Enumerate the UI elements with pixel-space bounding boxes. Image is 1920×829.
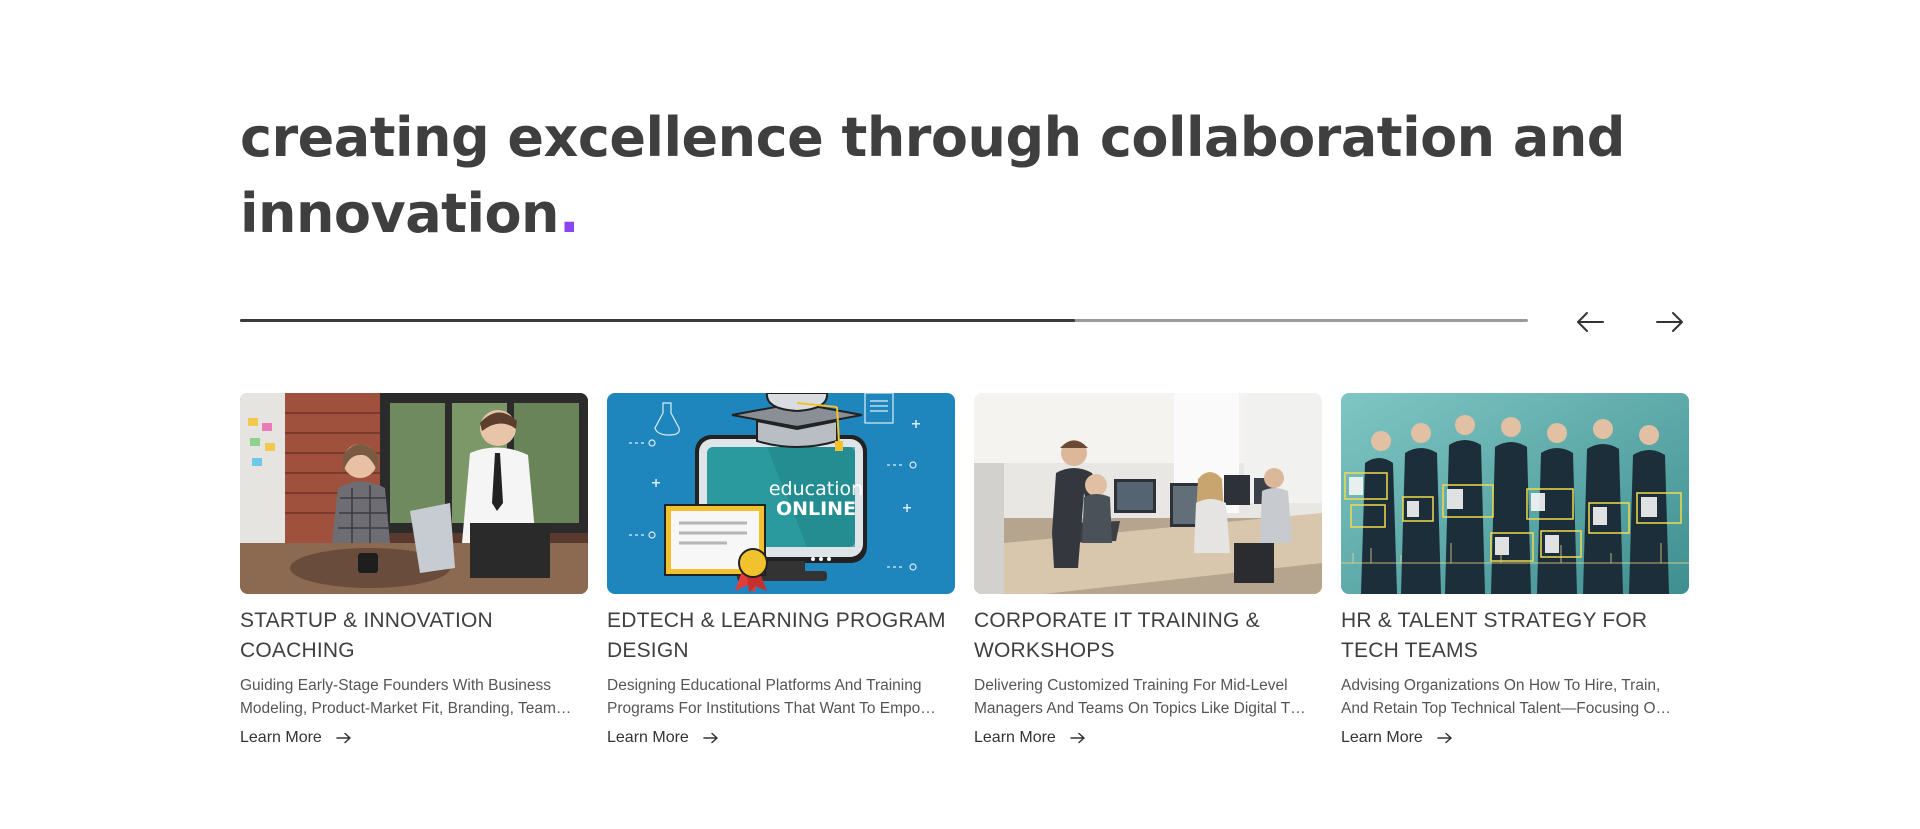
team-meeting-photo[interactable]: [240, 393, 588, 594]
learn-more-link[interactable]: Learn More: [607, 729, 719, 747]
slider-next-button[interactable]: [1650, 302, 1690, 342]
service-cards-carousel: STARTUP & INNOVATION COACHING Guiding Ea…: [240, 393, 1689, 773]
service-card[interactable]: CORPORATE IT TRAINING & WORKSHOPS Delive…: [974, 393, 1322, 747]
education-online-illustration[interactable]: education ONLINE: [607, 393, 955, 594]
arrow-right-icon: [1437, 732, 1452, 744]
card-description: Designing Educational Platforms And Trai…: [607, 674, 955, 720]
service-card[interactable]: STARTUP & INNOVATION COACHING Guiding Ea…: [240, 393, 588, 747]
arrow-right-icon: [1070, 732, 1085, 744]
card-description-line: Delivering Customized Training For Mid-L…: [974, 677, 1288, 694]
arrow-right-icon: [703, 732, 718, 744]
business-team-photo[interactable]: [1341, 393, 1689, 594]
card-description: Advising Organizations On How To Hire, T…: [1341, 674, 1689, 720]
arrow-right-icon: [1656, 312, 1683, 332]
learn-more-link[interactable]: Learn More: [974, 729, 1086, 747]
learn-more-label: Learn More: [240, 729, 322, 746]
card-description-line: And Retain Top Technical Talent—Focusing…: [1341, 700, 1671, 717]
section-headline: creating excellence through collaboratio…: [240, 100, 1640, 252]
card-description: Guiding Early-Stage Founders With Busine…: [240, 674, 588, 720]
learn-more-label: Learn More: [1341, 729, 1423, 746]
headline-line-1: creating excellence through collaboratio…: [240, 106, 1625, 169]
card-title[interactable]: CORPORATE IT TRAINING & WORKSHOPS: [974, 606, 1322, 666]
arrow-left-icon: [1577, 312, 1604, 332]
card-title[interactable]: STARTUP & INNOVATION COACHING: [240, 606, 588, 666]
card-description-line: Advising Organizations On How To Hire, T…: [1341, 677, 1661, 694]
card-description-line: Designing Educational Platforms And Trai…: [607, 677, 922, 694]
slider-prev-button[interactable]: [1570, 302, 1610, 342]
card-description-line: Managers And Teams On Topics Like Digita…: [974, 700, 1306, 717]
card-description-line: Programs For Institutions That Want To E…: [607, 700, 936, 717]
card-description: Delivering Customized Training For Mid-L…: [974, 674, 1322, 720]
service-card[interactable]: HR & TALENT STRATEGY FOR TECH TEAMS Advi…: [1341, 393, 1689, 747]
card-title[interactable]: EDTECH & LEARNING PROGRAM DESIGN: [607, 606, 955, 666]
card-description-line: Guiding Early-Stage Founders With Busine…: [240, 677, 552, 694]
card-description-line: Modeling, Product-Market Fit, Branding, …: [240, 700, 572, 717]
learn-more-label: Learn More: [974, 729, 1056, 746]
accent-dot: .: [559, 182, 580, 245]
slider-progress-fill: [240, 319, 1075, 322]
headline-line-2: innovation.: [240, 176, 1640, 252]
illustration-text: ONLINE: [776, 498, 856, 520]
learn-more-label: Learn More: [607, 729, 689, 746]
learn-more-link[interactable]: Learn More: [240, 729, 352, 747]
card-title[interactable]: HR & TALENT STRATEGY FOR TECH TEAMS: [1341, 606, 1689, 666]
illustration-text: education: [769, 478, 863, 500]
slider-progress-bar: [240, 319, 1528, 322]
service-card[interactable]: education ONLINE EDTECH & LEARNING PROGR…: [607, 393, 955, 747]
arrow-right-icon: [336, 732, 351, 744]
headline-line-2-text: innovation: [240, 182, 560, 245]
office-workstations-photo[interactable]: [974, 393, 1322, 594]
services-section: creating excellence through collaboratio…: [240, 0, 1690, 829]
learn-more-link[interactable]: Learn More: [1341, 729, 1453, 747]
